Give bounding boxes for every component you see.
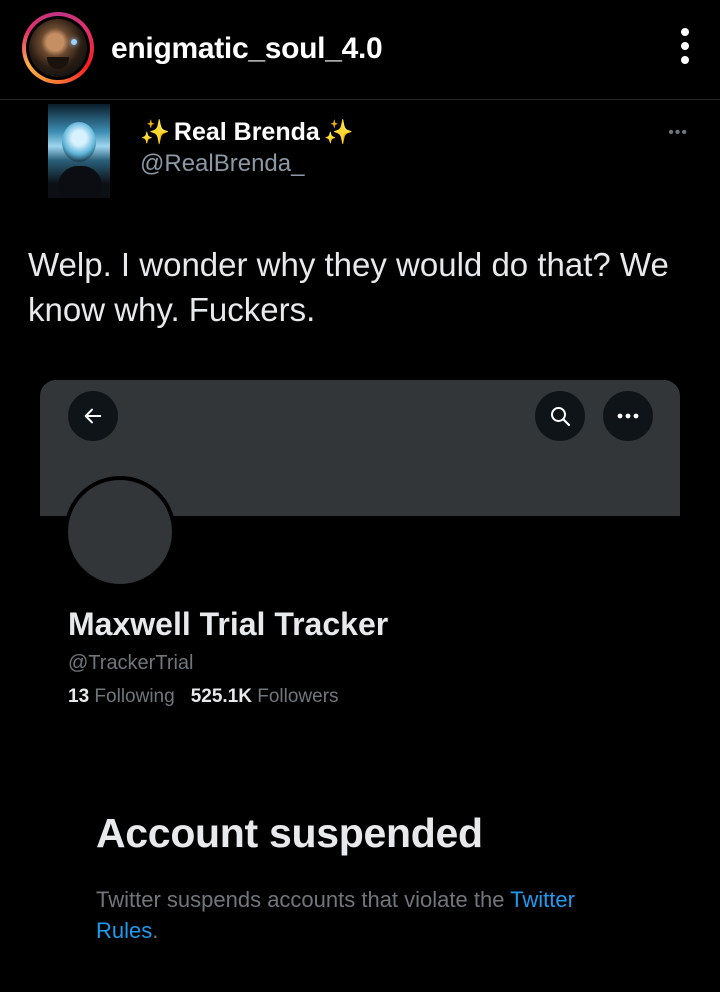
suspended-title: Account suspended: [96, 810, 483, 856]
post-header: enigmatic_soul_4.0: [0, 0, 720, 100]
suspended-message: Twitter suspends accounts that violate t…: [96, 887, 575, 943]
profile-avatar-placeholder: [64, 476, 176, 588]
horizontal-ellipsis-icon: [603, 391, 653, 441]
tweet-more-icon: •••: [668, 124, 688, 141]
tweet-author-avatar: [48, 104, 110, 198]
tweet-text: Welp. I wonder why they would do that? W…: [28, 246, 669, 328]
vertical-ellipsis-icon[interactable]: [680, 28, 690, 72]
tweet-author-handle: @RealBrenda_: [140, 150, 305, 177]
profile-name: Maxwell Trial Tracker: [68, 606, 389, 642]
following-stat: 13 Following: [68, 686, 175, 707]
user-avatar: [29, 19, 87, 77]
story-ring[interactable]: [22, 12, 94, 84]
suspended-profile-screenshot: Maxwell Trial Tracker @TrackerTrial 13 F…: [40, 380, 680, 992]
follow-stats: 13 Following 525.1K Followers: [68, 686, 339, 708]
sparkles-icon: ✨: [323, 118, 354, 146]
search-icon: [535, 391, 585, 441]
tweet-display-name: Real Brenda: [173, 118, 320, 146]
post-username[interactable]: enigmatic_soul_4.0: [111, 32, 383, 66]
profile-handle: @TrackerTrial: [68, 652, 194, 674]
back-arrow-icon: [68, 391, 118, 441]
followers-stat: 525.1K Followers: [190, 686, 339, 707]
sparkles-icon: ✨: [140, 118, 170, 146]
tweet-author-name: ✨ Real Brenda ✨: [140, 118, 354, 147]
